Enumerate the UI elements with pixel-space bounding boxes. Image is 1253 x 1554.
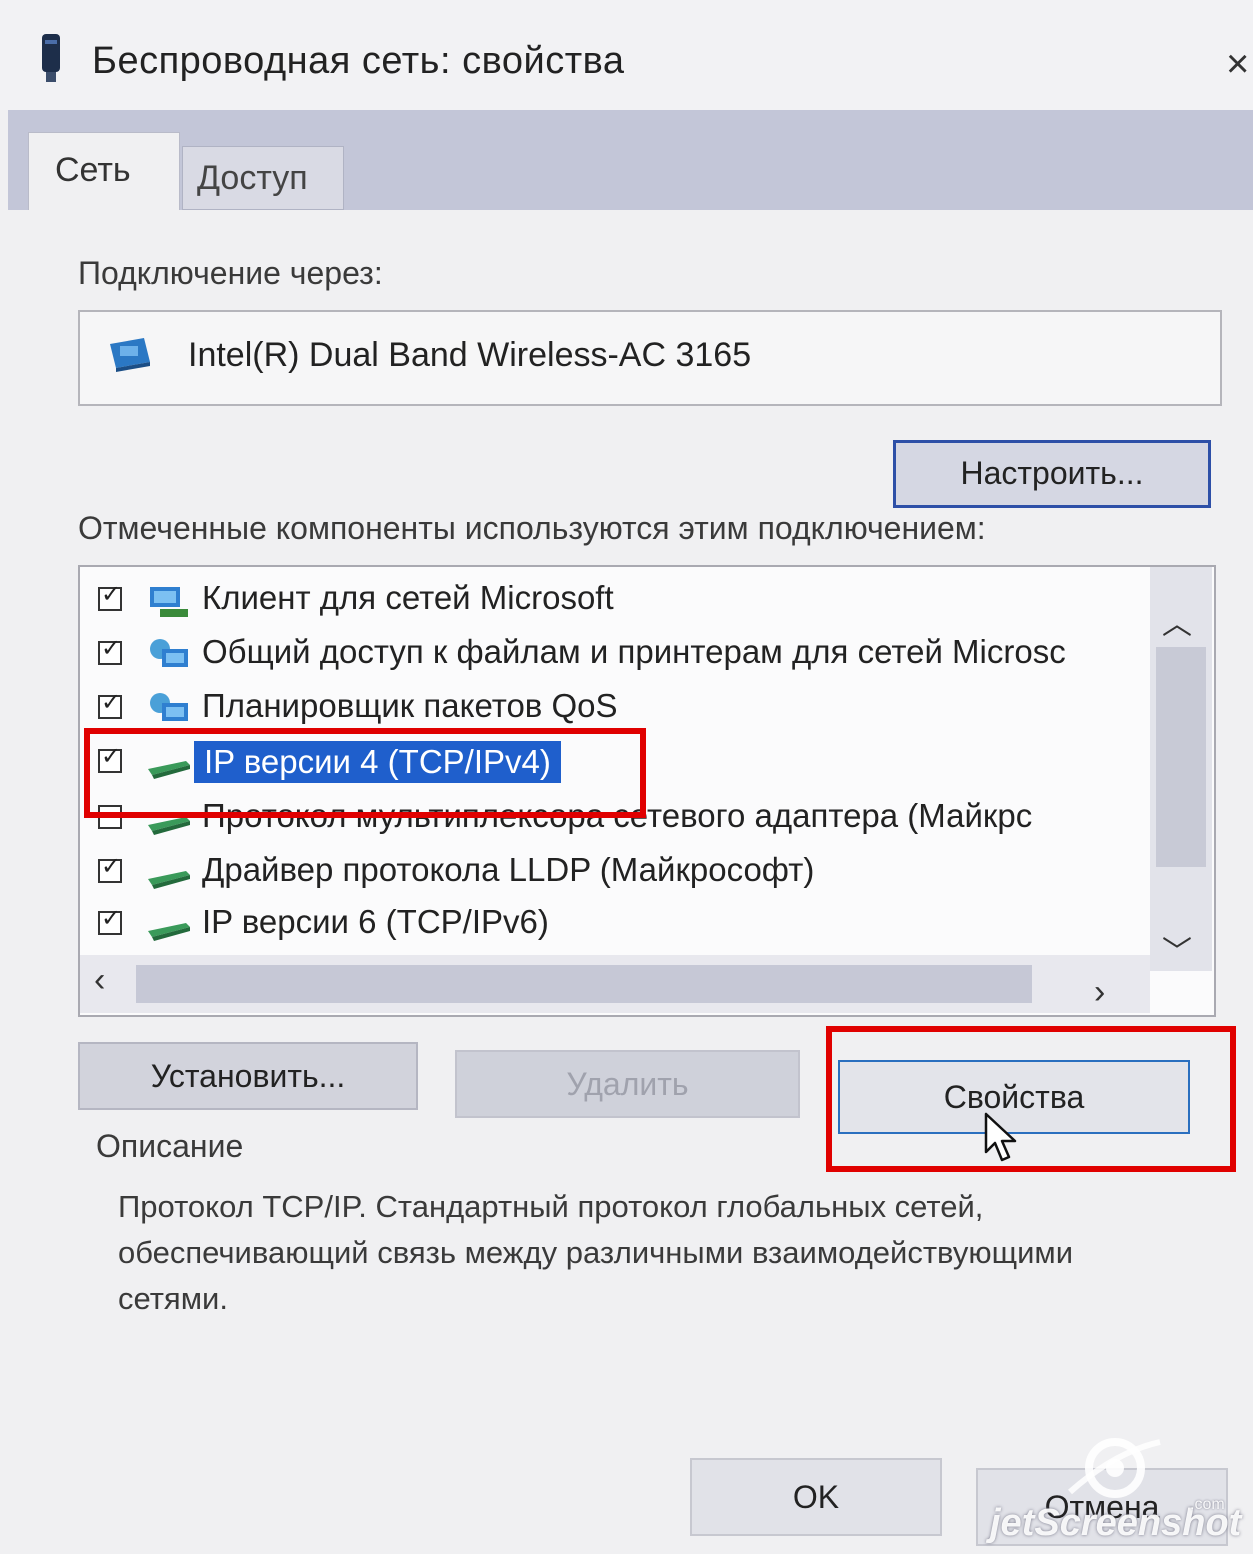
- check-mark-icon: ✓: [101, 905, 122, 932]
- list-item[interactable]: ✓ Драйвер протокола LLDP (Майкрософт): [80, 847, 1150, 899]
- mouse-pointer-icon: [984, 1112, 1017, 1162]
- horizontal-scroll-thumb[interactable]: [136, 965, 1032, 1003]
- adapter-box: Intel(R) Dual Band Wireless-AC 3165: [78, 310, 1222, 406]
- protocol-icon: [148, 871, 190, 889]
- list-item-label: Планировщик пакетов QoS: [202, 687, 618, 724]
- list-item-label: Общий доступ к файлам и принтерам для се…: [202, 633, 1066, 670]
- chevron-left-icon[interactable]: ‹: [94, 961, 105, 1000]
- checkbox[interactable]: ✓: [98, 907, 122, 935]
- list-item[interactable]: ✓ Клиент для сетей Microsoft: [80, 575, 1150, 627]
- protocol-icon: [148, 817, 190, 835]
- close-button[interactable]: ×: [1226, 44, 1249, 84]
- vertical-scroll-thumb[interactable]: [1156, 647, 1206, 867]
- check-mark-icon: ✓: [101, 635, 122, 662]
- title-bar: Беспроводная сеть: свойства ×: [0, 0, 1253, 110]
- check-mark-icon: ✓: [101, 581, 122, 608]
- list-item-label: IP версии 6 (TCP/IPv6): [202, 903, 549, 940]
- tab-sharing-label: Доступ: [197, 159, 308, 197]
- list-item-selected[interactable]: ✓ IP версии 4 (TCP/IPv4): [80, 737, 1150, 789]
- configure-button[interactable]: Настроить...: [893, 440, 1211, 508]
- chevron-right-icon[interactable]: ›: [1094, 973, 1105, 1012]
- checkbox[interactable]: ✓: [98, 583, 122, 611]
- network-service-icon: [150, 639, 188, 667]
- checkbox[interactable]: ✓: [98, 745, 122, 773]
- list-item[interactable]: ✓ Общий доступ к файлам и принтерам для …: [80, 629, 1150, 681]
- properties-dialog: Беспроводная сеть: свойства × Сеть Досту…: [0, 0, 1253, 1554]
- tab-network[interactable]: Сеть: [28, 132, 180, 213]
- remove-button[interactable]: Удалить: [455, 1050, 800, 1118]
- check-mark-icon: ✓: [101, 743, 122, 770]
- checkbox[interactable]: [98, 805, 122, 829]
- network-client-icon: [150, 587, 188, 617]
- list-item[interactable]: ✓ Планировщик пакетов QoS: [80, 683, 1150, 735]
- ok-button[interactable]: OK: [690, 1458, 942, 1536]
- description-label: Описание: [96, 1128, 244, 1164]
- list-item[interactable]: ✓ IP версии 6 (TCP/IPv6): [80, 899, 1150, 951]
- list-item-label: IP версии 4 (TCP/IPv4): [194, 741, 561, 783]
- list-item[interactable]: Протокол мультиплексора сетевого адаптер…: [80, 793, 1150, 845]
- components-label: Отмеченные компоненты используются этим …: [78, 510, 986, 546]
- network-service-icon: [150, 693, 188, 721]
- list-item-label: Протокол мультиплексора сетевого адаптер…: [202, 797, 1033, 834]
- check-mark-icon: ✓: [101, 853, 122, 880]
- protocol-icon: [148, 761, 190, 779]
- checkbox[interactable]: ✓: [98, 637, 122, 665]
- tab-network-label: Сеть: [55, 151, 131, 189]
- components-list[interactable]: ✓ Клиент для сетей Microsoft ✓ Общий дос…: [78, 565, 1216, 1017]
- horizontal-scrollbar[interactable]: ‹ ›: [80, 955, 1150, 1013]
- watermark-logo-icon: [1068, 1438, 1161, 1498]
- install-button[interactable]: Установить...: [78, 1042, 418, 1110]
- list-item-label: Клиент для сетей Microsoft: [202, 579, 614, 616]
- check-mark-icon: ✓: [101, 689, 122, 716]
- list-item-label: Драйвер протокола LLDP (Майкрософт): [202, 851, 815, 888]
- checkbox[interactable]: ✓: [98, 691, 122, 719]
- watermark: jetScreenshot .com: [990, 1432, 1241, 1554]
- tab-sharing[interactable]: Доступ: [182, 146, 344, 210]
- connect-using-label: Подключение через:: [78, 255, 383, 291]
- adapter-name: Intel(R) Dual Band Wireless-AC 3165: [188, 336, 752, 374]
- chevron-down-icon[interactable]: ﹀: [1162, 927, 1192, 971]
- network-adapter-icon: [110, 338, 150, 372]
- watermark-suffix: .com: [1190, 1496, 1225, 1513]
- description-text: Протокол TCP/IP. Стандартный протокол гл…: [118, 1189, 1074, 1316]
- protocol-icon: [148, 923, 190, 941]
- chevron-up-icon[interactable]: ︿: [1162, 599, 1192, 643]
- wireless-adapter-icon: [42, 34, 60, 82]
- window-title: Беспроводная сеть: свойства: [92, 40, 625, 82]
- checkbox[interactable]: ✓: [98, 855, 122, 883]
